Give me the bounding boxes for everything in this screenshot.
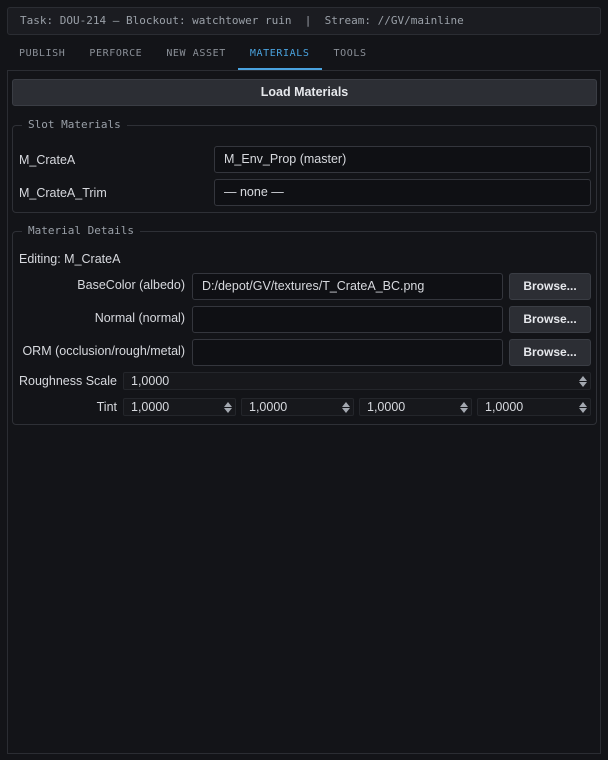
tint-b-value: 1,0000 — [367, 400, 406, 414]
slot-material-field[interactable]: — none — — [214, 179, 591, 206]
tint-label: Tint — [96, 400, 117, 414]
orm-path-field[interactable] — [192, 339, 503, 366]
slot-material-field[interactable]: M_Env_Prop (master) — [214, 146, 591, 173]
normal-label: Normal (normal) — [94, 311, 185, 325]
material-details-group: Material Details Editing: M_CrateA BaseC… — [12, 224, 597, 425]
slot-materials-title: Slot Materials — [22, 118, 127, 132]
editing-label: Editing: M_CrateA — [19, 252, 121, 266]
materials-panel: Load Materials Slot Materials M_CrateA M… — [7, 70, 601, 754]
task-status-bar: Task: DOU-214 — Blockout: watchtower rui… — [7, 7, 601, 35]
tab-publish[interactable]: PUBLISH — [7, 42, 77, 70]
tint-a-spinbox[interactable]: 1,0000 — [477, 398, 591, 416]
slot-label: M_CrateA_Trim — [19, 186, 107, 200]
browse-orm-button[interactable]: Browse... — [509, 339, 591, 366]
tab-perforce[interactable]: PERFORCE — [77, 42, 154, 70]
spin-arrows-icon[interactable] — [341, 400, 351, 414]
basecolor-path-field[interactable]: D:/depot/GV/textures/T_CrateA_BC.png — [192, 273, 503, 300]
spin-arrows-icon[interactable] — [459, 400, 469, 414]
browse-normal-button[interactable]: Browse... — [509, 306, 591, 333]
spin-arrows-icon[interactable] — [578, 374, 588, 388]
load-materials-button[interactable]: Load Materials — [12, 79, 597, 106]
spin-arrows-icon[interactable] — [223, 400, 233, 414]
orm-label: ORM (occlusion/rough/metal) — [22, 344, 185, 358]
normal-path-field[interactable] — [192, 306, 503, 333]
basecolor-label: BaseColor (albedo) — [77, 278, 185, 292]
slot-materials-group: Slot Materials M_CrateA M_Env_Prop (mast… — [12, 118, 597, 213]
roughness-scale-value: 1,0000 — [131, 374, 170, 388]
tint-g-value: 1,0000 — [249, 400, 288, 414]
tint-r-value: 1,0000 — [131, 400, 170, 414]
material-details-title: Material Details — [22, 224, 140, 238]
tab-bar: PUBLISH PERFORCE NEW ASSET MATERIALS TOO… — [7, 42, 379, 70]
tab-tools[interactable]: TOOLS — [322, 42, 379, 70]
slot-label: M_CrateA — [19, 153, 76, 167]
tint-r-spinbox[interactable]: 1,0000 — [123, 398, 236, 416]
tint-a-value: 1,0000 — [485, 400, 524, 414]
tab-materials[interactable]: MATERIALS — [237, 42, 322, 70]
tab-new-asset[interactable]: NEW ASSET — [154, 42, 238, 70]
tint-b-spinbox[interactable]: 1,0000 — [359, 398, 472, 416]
roughness-scale-label: Roughness Scale — [19, 374, 117, 388]
tint-g-spinbox[interactable]: 1,0000 — [241, 398, 354, 416]
browse-basecolor-button[interactable]: Browse... — [509, 273, 591, 300]
roughness-scale-spinbox[interactable]: 1,0000 — [123, 372, 591, 390]
spin-arrows-icon[interactable] — [578, 400, 588, 414]
